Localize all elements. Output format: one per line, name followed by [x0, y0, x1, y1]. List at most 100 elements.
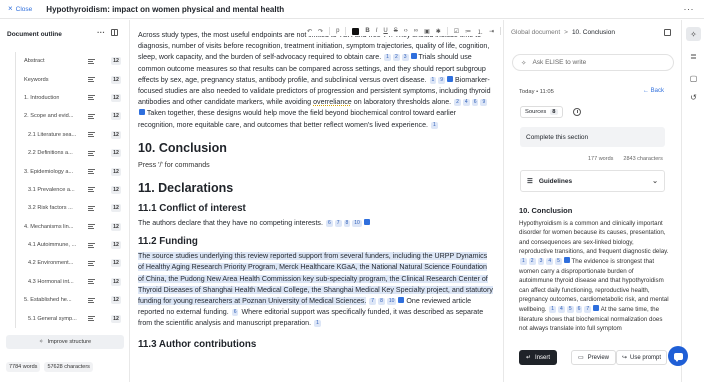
citation-chip[interactable]: 9	[480, 99, 488, 107]
outline-item[interactable]: 4. Mechanisms lin... 12	[16, 218, 125, 236]
italic-button[interactable]: I	[376, 28, 378, 34]
document-content[interactable]: Across study types, the most useful endp…	[138, 30, 494, 351]
outline-item[interactable]: 4.3 Hormonal int... 12	[16, 273, 125, 291]
outline-item[interactable]: 1. Introduction 12	[16, 89, 125, 107]
citation-source-icon[interactable]	[363, 219, 370, 226]
indent-icon[interactable]: ⇥	[489, 28, 494, 35]
collapse-panel-icon[interactable]	[664, 29, 671, 36]
preview-button[interactable]: ▭ Preview	[571, 350, 617, 365]
citation-chip[interactable]: 6	[325, 220, 333, 228]
more-options-icon[interactable]: ···	[684, 4, 695, 14]
citation-source-icon[interactable]	[447, 75, 454, 82]
citation-chip[interactable]: 2	[392, 54, 400, 62]
bold-button[interactable]: B	[365, 28, 369, 34]
text-color-swatch[interactable]	[352, 27, 360, 35]
outline-item[interactable]: 4.2 Environment... 12	[16, 254, 125, 272]
outline-item-count: 12	[111, 149, 121, 158]
citation-chip[interactable]: 8	[378, 298, 385, 306]
ai-assistant-icon[interactable]: ✧	[686, 27, 701, 41]
spelling-flag[interactable]: overreliance	[313, 98, 352, 106]
citation-chip[interactable]: 2	[454, 99, 461, 107]
outline-tool-icon[interactable]: ≣	[686, 49, 701, 63]
history-clock-icon[interactable]	[573, 108, 581, 116]
citation-source-icon[interactable]	[563, 256, 570, 263]
citation-chip[interactable]: 5	[555, 257, 562, 265]
citation-chip[interactable]: 1	[520, 257, 527, 265]
citation-source-icon[interactable]	[398, 297, 405, 304]
citation-chip[interactable]: 1	[549, 305, 557, 313]
outline-item[interactable]: 2. Scope and evid... 12	[16, 107, 125, 125]
citation-chip[interactable]: 1	[430, 121, 438, 129]
strikethrough-button[interactable]: S	[394, 28, 398, 34]
outline-item[interactable]: 3.2 Risk factors ... 12	[16, 199, 125, 217]
citation-chip[interactable]: 4	[462, 99, 470, 107]
paragraph-text: on laboratory thresholds alone.	[353, 98, 452, 107]
undo-icon[interactable]: ↶	[307, 28, 312, 35]
outline-item-label: Keywords	[24, 76, 49, 83]
outline-item-count: 12	[111, 222, 121, 231]
outline-item[interactable]: 4.1 Autoimmune, ... 12	[16, 236, 125, 254]
outline-item[interactable]: Keywords 12	[16, 70, 125, 88]
citation-chip[interactable]: 3	[537, 257, 545, 265]
citation-chip[interactable]: 2	[528, 257, 536, 265]
close-button[interactable]: × Close	[8, 5, 32, 13]
citation-chip[interactable]: 7	[369, 298, 377, 306]
breadcrumb-root[interactable]: Global document	[511, 29, 560, 36]
asterisk-icon[interactable]: ✱	[436, 28, 441, 35]
history-icon[interactable]: ↺	[686, 90, 701, 104]
checklist-icon[interactable]: ☑	[454, 28, 459, 35]
sources-button[interactable]: Sources 8	[520, 106, 563, 118]
code-icon[interactable]: ‹›	[404, 28, 408, 34]
ask-input[interactable]: ✧ Ask ELISE to write	[512, 54, 674, 71]
citation-chip[interactable]: 7	[584, 305, 592, 313]
underline-button[interactable]: U	[383, 28, 387, 34]
sparkle-icon: ✧	[38, 339, 44, 345]
citation-chip[interactable]: 1	[429, 76, 437, 84]
guidelines-dropdown[interactable]: ☰ Guidelines ⌄	[520, 170, 665, 192]
outline-item-label: 4.3 Hormonal int...	[28, 278, 74, 285]
paragraph-style-select[interactable]: p	[336, 28, 339, 34]
citation-chip[interactable]: 1	[314, 320, 321, 328]
image-icon[interactable]: ▣	[424, 28, 430, 35]
outline-item[interactable]: 5. Established he... 12	[16, 291, 125, 309]
citation-chip[interactable]: 6	[471, 99, 479, 107]
breadcrumb-separator: >	[564, 29, 568, 36]
text-lines-icon	[88, 95, 95, 101]
back-button[interactable]: ← Back	[643, 88, 664, 94]
citation-chip[interactable]: 6	[575, 305, 583, 313]
complete-section-prompt[interactable]: Complete this section	[520, 127, 665, 147]
comments-icon[interactable]: ▢	[686, 71, 701, 85]
outline-item[interactable]: 5.1 General symp... 12	[16, 309, 125, 327]
outline-item[interactable]: 3. Epidemiology a... 12	[16, 162, 125, 180]
citation-chip[interactable]: 10	[352, 220, 362, 228]
outline-more-icon[interactable]: ···	[97, 28, 105, 37]
chat-support-button[interactable]	[668, 346, 688, 366]
citation-chip[interactable]: 7	[334, 220, 342, 228]
citation-chip[interactable]: 9	[438, 76, 446, 84]
link-icon[interactable]: ∞	[414, 28, 418, 34]
citation-chip[interactable]: 6	[231, 309, 239, 317]
outline-item[interactable]: 2.1 Literature sea... 12	[16, 126, 125, 144]
collapse-panel-icon[interactable]	[111, 29, 118, 36]
citation-chip[interactable]: 8	[343, 220, 351, 228]
citation-chip[interactable]: 4	[546, 257, 554, 265]
citation-source-icon[interactable]	[410, 53, 417, 60]
improve-structure-button[interactable]: ✧ Improve structure	[6, 335, 124, 349]
numbered-list-icon[interactable]: ⒈	[477, 27, 483, 36]
citation-source-icon[interactable]	[139, 109, 145, 116]
insert-button[interactable]: ↵ Insert	[519, 350, 558, 365]
editor-area[interactable]: ↶ ↷ p B I U S ‹› ∞ ▣ ✱ ☑ ≔ ⒈ ⇥ ☰ ⊞ Acros…	[131, 20, 503, 382]
outline-item[interactable]: Abstract 12	[16, 52, 125, 70]
citation-chip[interactable]: 3	[401, 54, 409, 62]
use-prompt-button[interactable]: ↪ Use prompt	[616, 350, 668, 365]
outline-item[interactable]: 3.1 Prevalence a... 12	[16, 181, 125, 199]
response-word-count: 177 words	[588, 156, 614, 162]
bullet-list-icon[interactable]: ≔	[465, 28, 471, 35]
citation-source-icon[interactable]	[593, 304, 600, 311]
citation-chip[interactable]: 10	[386, 298, 397, 306]
citation-chip[interactable]: 1	[384, 54, 391, 62]
citation-chip[interactable]: 5	[566, 305, 574, 313]
citation-chip[interactable]: 4	[558, 305, 565, 313]
redo-icon[interactable]: ↷	[318, 28, 323, 35]
outline-item[interactable]: 2.2 Definitions a... 12	[16, 144, 125, 162]
